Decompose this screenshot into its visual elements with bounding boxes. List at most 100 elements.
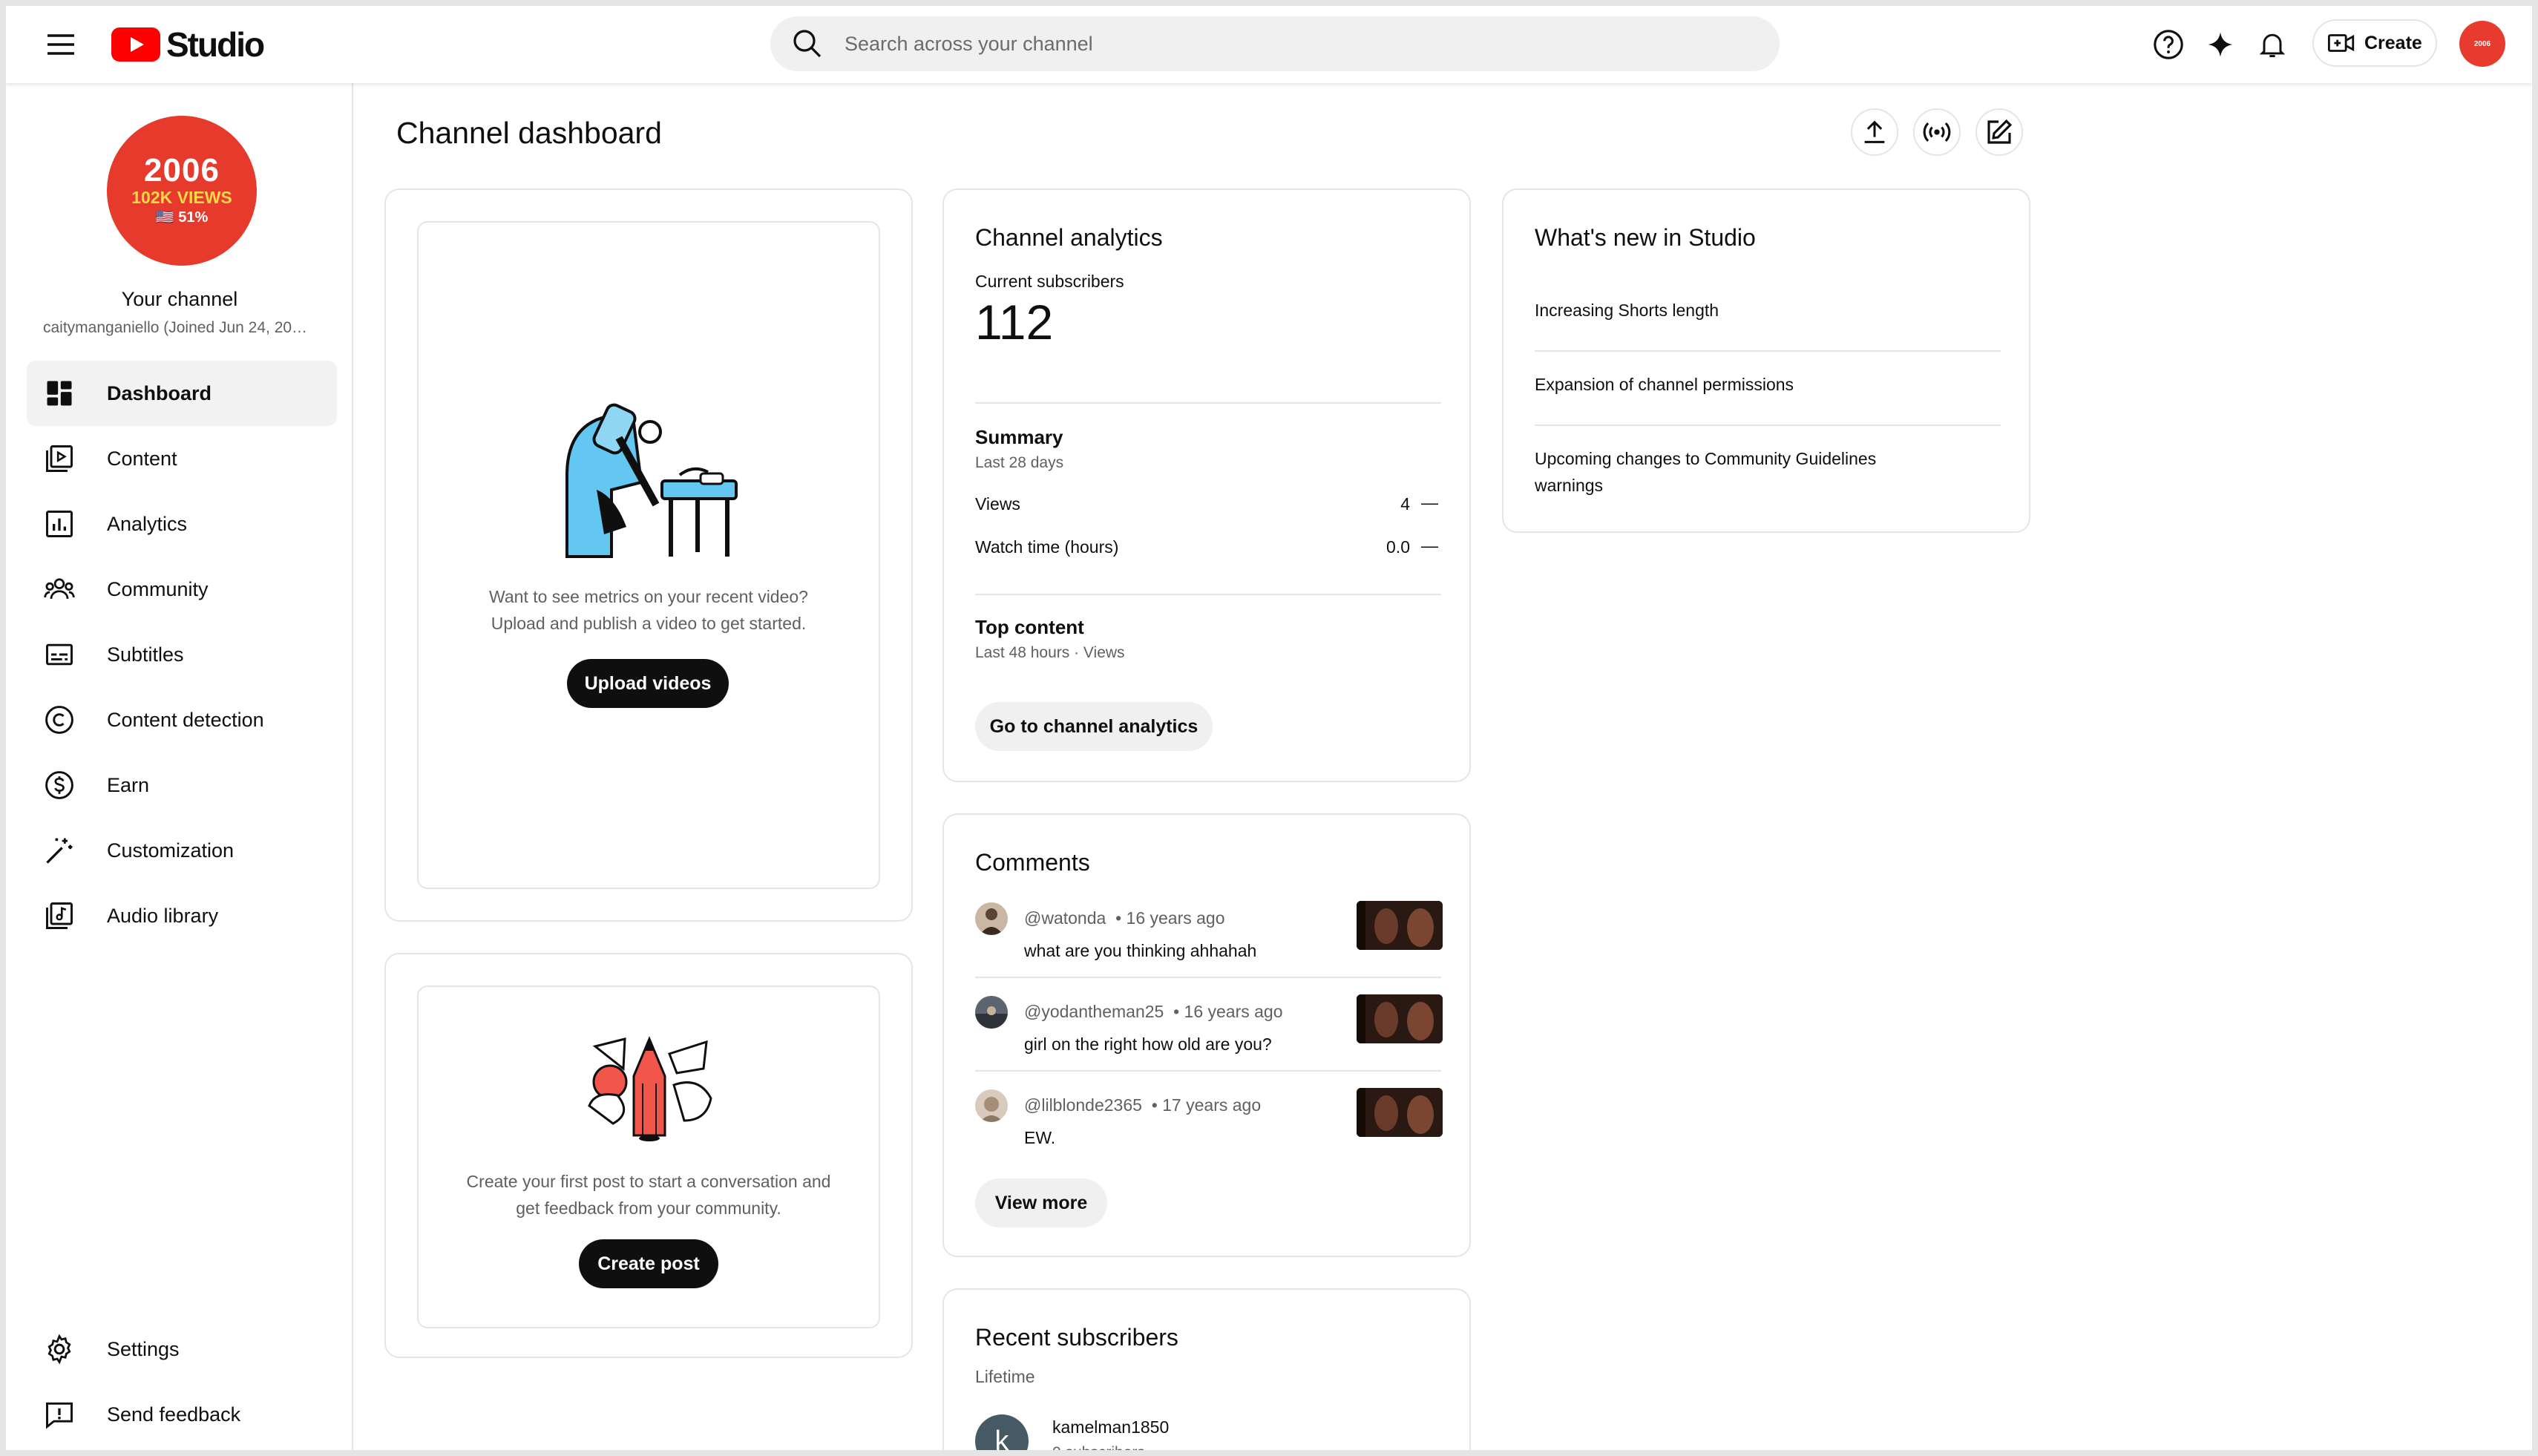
go-to-channel-analytics-button[interactable]: Go to channel analytics — [975, 702, 1213, 751]
commenter-avatar[interactable] — [975, 1089, 1008, 1122]
create-button[interactable]: Create — [2312, 19, 2437, 67]
sidebar-item-label: Settings — [107, 1337, 180, 1360]
help-icon[interactable] — [2148, 24, 2189, 65]
divider — [975, 1070, 1441, 1072]
subscriber-count: 0 subscribers — [1052, 1444, 1145, 1456]
search-icon — [793, 30, 822, 58]
community-icon — [44, 578, 75, 599]
comments-card: Comments @watonda • 16 years ago what ar… — [942, 813, 1471, 1257]
notifications-bell-icon[interactable] — [2252, 24, 2293, 65]
sidebar-item-dashboard[interactable]: Dashboard — [27, 361, 337, 426]
upload-button[interactable] — [1851, 108, 1898, 156]
subtitles-icon — [46, 643, 73, 666]
studio-logo[interactable]: Studio — [111, 24, 265, 65]
sidebar-item-earn[interactable]: Earn — [27, 752, 337, 818]
subscriber-avatar[interactable]: k — [975, 1414, 1029, 1450]
upload-videos-button[interactable]: Upload videos — [567, 659, 729, 708]
post-prompt-line-2: get feedback from your community. — [516, 1198, 781, 1218]
upload-videos-panel: Want to see metrics on your recent video… — [417, 221, 880, 889]
sidebar-item-subtitles[interactable]: Subtitles — [27, 622, 337, 687]
top-content-title: Top content — [975, 616, 1084, 638]
watch-time-label: Watch time (hours) — [975, 537, 1119, 557]
sidebar-item-content[interactable]: Content — [27, 426, 337, 491]
post-prompt-line-1: Create your first post to start a conver… — [466, 1172, 831, 1191]
upload-prompt-line-1: Want to see metrics on your recent video… — [489, 587, 808, 606]
search-input[interactable]: Search across your channel — [845, 33, 1093, 56]
go-live-button[interactable] — [1913, 108, 1961, 156]
subscriber-name[interactable]: kamelman1850 — [1052, 1417, 1169, 1437]
create-label: Create — [2364, 32, 2422, 53]
comment-text: girl on the right how old are you? — [1024, 1034, 1272, 1054]
analytics-icon — [46, 511, 73, 537]
sidebar-item-label: Audio library — [107, 904, 219, 927]
page-title: Channel dashboard — [396, 116, 662, 150]
commenter-avatar[interactable] — [975, 902, 1008, 935]
avatar-line-3: 🇺🇸 51% — [155, 209, 209, 226]
comment-item[interactable]: @watonda • 16 years ago what are you thi… — [975, 901, 1443, 996]
comment-item[interactable]: @lilblonde2365 • 17 years ago EW. — [975, 1088, 1443, 1183]
account-avatar[interactable]: 2006 — [2459, 21, 2505, 67]
sidebar-item-settings[interactable]: Settings — [27, 1316, 337, 1382]
create-post-button[interactable] — [1975, 108, 2023, 156]
youtube-logo-icon — [111, 27, 160, 62]
video-thumbnail[interactable] — [1357, 901, 1443, 950]
views-delta: — — [1421, 493, 1438, 512]
sidebar-item-audio-library[interactable]: Audio library — [27, 883, 337, 948]
create-post-action-button[interactable]: Create post — [579, 1239, 718, 1288]
sidebar-item-community[interactable]: Community — [27, 557, 337, 622]
channel-avatar[interactable]: 2006 102K VIEWS 🇺🇸 51% — [107, 116, 257, 266]
view-more-comments-button[interactable]: View more — [975, 1178, 1107, 1227]
commenter-avatar[interactable] — [975, 996, 1008, 1029]
sidebar-item-label: Earn — [107, 773, 150, 796]
sidebar-nav: Dashboard Content Analytics Community Su… — [27, 361, 337, 948]
subscribers-value: 112 — [975, 295, 1054, 350]
sparkle-icon[interactable] — [2200, 24, 2241, 65]
avatar-line-1: 2006 — [144, 152, 220, 188]
create-video-icon — [2327, 34, 2355, 52]
sidebar-item-customization[interactable]: Customization — [27, 818, 337, 883]
dollar-icon — [45, 771, 73, 799]
search-bar[interactable]: Search across your channel — [770, 16, 1780, 71]
dashboard-icon — [47, 381, 72, 406]
sidebar-item-label: Send feedback — [107, 1403, 241, 1426]
video-thumbnail[interactable] — [1357, 994, 1443, 1043]
edit-icon — [1987, 119, 2013, 144]
whats-new-item[interactable]: Expansion of channel permissions — [1535, 371, 1995, 398]
divider — [975, 977, 1441, 978]
channel-title[interactable]: Your channel — [6, 288, 353, 311]
commenter-handle[interactable]: @yodantheman25 — [1024, 1002, 1164, 1021]
recent-subscribers-card: Recent subscribers Lifetime k kamelman18… — [942, 1288, 1471, 1456]
live-broadcast-icon — [1923, 122, 1951, 142]
channel-handle: caitymanganiello (Joined Jun 24, 20… — [43, 319, 308, 336]
watch-time-delta: — — [1421, 536, 1438, 555]
whats-new-item[interactable]: Upcoming changes to Community Guidelines… — [1535, 445, 1935, 499]
divider — [1535, 424, 2001, 426]
top-header: Studio Search across your channel Create… — [6, 6, 2532, 83]
menu-icon[interactable] — [43, 27, 79, 62]
comment-item[interactable]: @yodantheman25 • 16 years ago girl on th… — [975, 994, 1443, 1089]
comment-time: • 16 years ago — [1115, 908, 1225, 928]
sidebar-item-analytics[interactable]: Analytics — [27, 491, 337, 557]
commenter-handle[interactable]: @watonda — [1024, 908, 1106, 928]
views-value: 4 — [1400, 494, 1410, 514]
comment-time: • 16 years ago — [1173, 1002, 1283, 1021]
sidebar-item-content-detection[interactable]: Content detection — [27, 687, 337, 752]
create-post-panel: Create your first post to start a conver… — [417, 986, 880, 1328]
upload-videos-card: Want to see metrics on your recent video… — [384, 188, 913, 922]
watch-time-value: 0.0 — [1386, 537, 1410, 557]
whats-new-item[interactable]: Increasing Shorts length — [1535, 297, 1995, 324]
analytics-title: Channel analytics — [975, 224, 1163, 251]
sidebar-item-label: Customization — [107, 839, 235, 862]
create-post-card: Create your first post to start a conver… — [384, 953, 913, 1358]
recent-subscribers-title: Recent subscribers — [975, 1324, 1178, 1351]
sidebar-bottom-nav: Settings Send feedback — [27, 1316, 337, 1447]
commenter-line: @watonda • 16 years ago — [1024, 908, 1225, 928]
sidebar-item-send-feedback[interactable]: Send feedback — [27, 1382, 337, 1447]
video-thumbnail[interactable] — [1357, 1088, 1443, 1137]
magic-wand-icon — [46, 838, 73, 864]
feedback-icon — [46, 1402, 73, 1429]
top-content-period: Last 48 hours · Views — [975, 644, 1125, 661]
commenter-handle[interactable]: @lilblonde2365 — [1024, 1095, 1142, 1115]
whats-new-card: What's new in Studio Increasing Shorts l… — [1502, 188, 2030, 533]
logo-text: Studio — [166, 25, 265, 64]
